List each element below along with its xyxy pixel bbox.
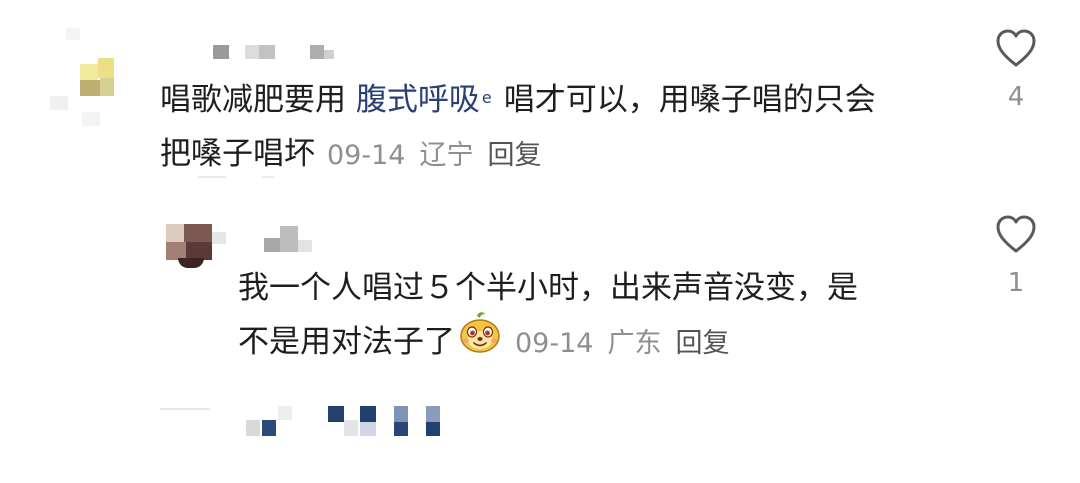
comment-text: 不是用对法子了 bbox=[238, 324, 455, 360]
like-button[interactable]: 1 bbox=[986, 214, 1046, 298]
divider bbox=[198, 176, 226, 178]
heart-outline-icon[interactable] bbox=[995, 28, 1037, 68]
comment-date: 09-14 bbox=[327, 140, 406, 171]
topic-link[interactable]: 腹式呼吸 bbox=[356, 82, 480, 118]
like-count: 1 bbox=[1007, 268, 1025, 298]
smiling-creature-emoji bbox=[459, 310, 501, 370]
comment-text: 唱歌减肥要用 bbox=[160, 82, 356, 118]
comment-text-line1: 我一个人唱过５个半小时，出来声音没变，是 bbox=[238, 270, 858, 306]
comment-text: 把嗓子唱坏 bbox=[160, 136, 315, 172]
comment-text-line2: 不是用对法子了 09-14 广东 回复 bbox=[238, 311, 729, 370]
comment-location: 辽宁 bbox=[419, 140, 474, 171]
like-button[interactable]: 4 bbox=[986, 28, 1046, 112]
reply-button[interactable]: 回复 bbox=[487, 140, 541, 171]
divider bbox=[262, 176, 274, 178]
like-count: 4 bbox=[1007, 82, 1025, 112]
comment-date: 09-14 bbox=[515, 328, 594, 359]
reply-button[interactable]: 回复 bbox=[675, 328, 729, 359]
comment-location: 广东 bbox=[607, 328, 662, 359]
comment-text: 唱才可以，用嗓子唱的只会 bbox=[503, 82, 876, 118]
comment-text-line2: 把嗓子唱坏 09-14 辽宁 回复 bbox=[160, 128, 541, 182]
search-icon[interactable]: 𝖾 bbox=[482, 72, 492, 124]
heart-outline-icon[interactable] bbox=[995, 214, 1037, 254]
divider bbox=[160, 408, 210, 410]
comment-text-line1: 唱歌减肥要用 腹式呼吸 𝖾 唱才可以，用嗓子唱的只会 bbox=[160, 74, 876, 126]
